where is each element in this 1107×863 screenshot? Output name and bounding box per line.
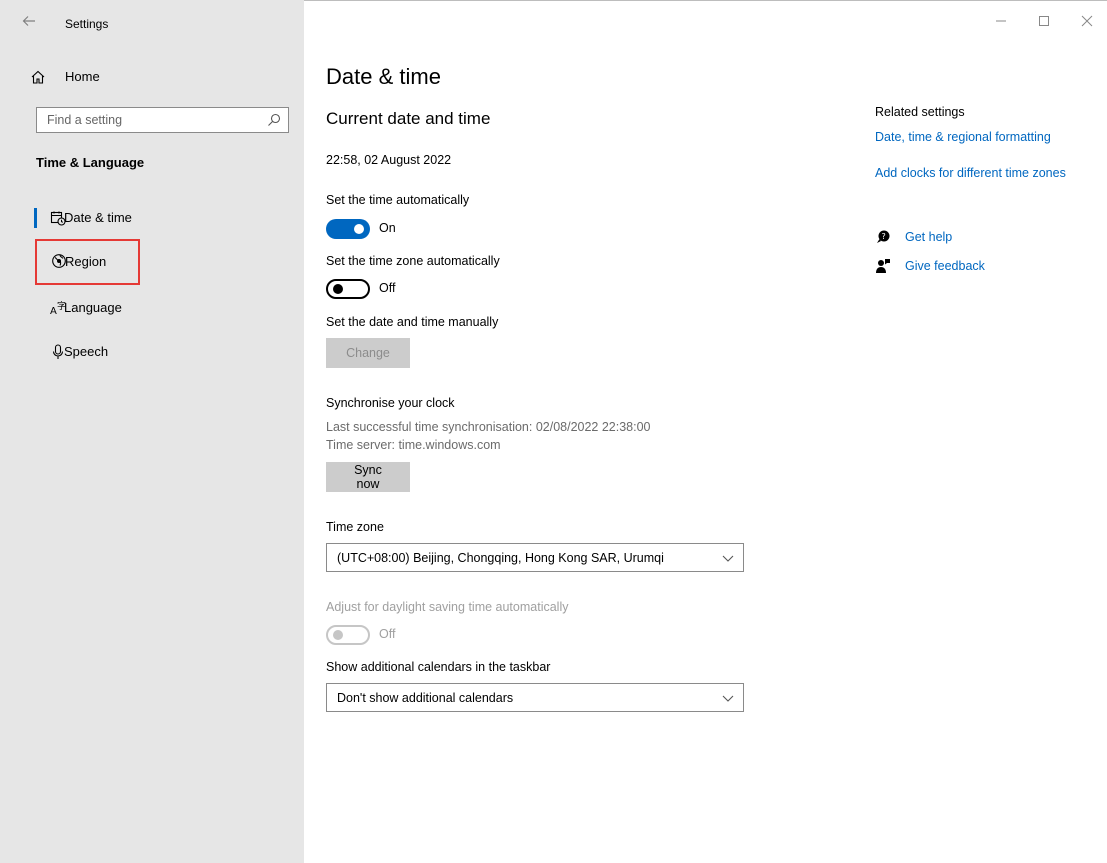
sync-title: Synchronise your clock xyxy=(326,396,455,410)
calendars-dropdown[interactable]: Don't show additional calendars xyxy=(326,683,744,712)
home-icon xyxy=(30,69,46,85)
sync-now-button[interactable]: Sync now xyxy=(326,462,410,492)
sidebar-item-speech[interactable]: Speech xyxy=(36,337,286,367)
calendars-label: Show additional calendars in the taskbar xyxy=(326,660,551,674)
section-heading: Time & Language xyxy=(36,155,145,170)
auto-time-toggle[interactable]: On xyxy=(326,218,446,240)
feedback-person-icon xyxy=(875,258,891,274)
dst-label: Adjust for daylight saving time automati… xyxy=(326,600,569,614)
related-settings-title: Related settings xyxy=(875,105,965,119)
auto-timezone-toggle[interactable]: Off xyxy=(326,278,446,300)
change-button[interactable]: Change xyxy=(326,338,410,368)
link-regional-formatting[interactable]: Date, time & regional formatting xyxy=(875,130,1051,144)
toggle-state: Off xyxy=(379,281,396,295)
auto-time-label: Set the time automatically xyxy=(326,193,470,207)
chevron-down-icon xyxy=(721,551,735,565)
section-subtitle: Current date and time xyxy=(326,109,491,128)
sidebar-item-label: Speech xyxy=(64,344,109,359)
search-field[interactable] xyxy=(36,107,289,133)
main-content: Date & time Current date and time 22:58,… xyxy=(304,0,1107,863)
back-arrow-icon[interactable] xyxy=(20,14,38,32)
toggle-switch[interactable] xyxy=(326,219,370,239)
current-datetime: 22:58, 02 August 2022 xyxy=(326,153,452,167)
timezone-dropdown[interactable]: (UTC+08:00) Beijing, Chongqing, Hong Kon… xyxy=(326,543,744,572)
sidebar-item-label: Date & time xyxy=(64,210,132,225)
sidebar-item-label: Region xyxy=(65,254,107,269)
auto-timezone-label: Set the time zone automatically xyxy=(326,254,500,268)
get-help-link[interactable]: ? Get help xyxy=(875,228,1075,246)
link-add-clocks[interactable]: Add clocks for different time zones xyxy=(875,166,1066,180)
sidebar-item-date-time[interactable]: Date & time xyxy=(34,203,286,233)
manual-datetime-label: Set the date and time manually xyxy=(326,315,499,329)
help-chat-icon: ? xyxy=(875,229,891,245)
feedback-label: Give feedback xyxy=(905,259,985,273)
help-label: Get help xyxy=(905,230,953,244)
dropdown-value: (UTC+08:00) Beijing, Chongqing, Hong Kon… xyxy=(337,551,664,565)
svg-text:A: A xyxy=(50,306,57,316)
sidebar-item-language[interactable]: A字 Language xyxy=(36,293,286,323)
search-icon[interactable] xyxy=(267,113,281,127)
sidebar-item-label: Home xyxy=(65,69,100,84)
sidebar-item-region[interactable]: Region xyxy=(35,239,140,285)
timezone-label: Time zone xyxy=(326,520,384,534)
toggle-state: On xyxy=(379,221,396,235)
app-title: Settings xyxy=(65,17,109,31)
last-sync-text: Last successful time synchronisation: 02… xyxy=(326,420,651,434)
toggle-switch[interactable] xyxy=(326,279,370,299)
title-bar: Settings xyxy=(0,0,304,44)
sidebar: Settings Home Time & Language Date & tim… xyxy=(0,0,304,863)
dropdown-value: Don't show additional calendars xyxy=(337,691,514,705)
toggle-switch xyxy=(326,625,370,645)
sidebar-item-label: Language xyxy=(64,300,122,315)
search-input[interactable] xyxy=(37,108,257,132)
toggle-state: Off xyxy=(379,627,396,641)
chevron-down-icon xyxy=(721,691,735,705)
page-title: Date & time xyxy=(326,64,441,89)
give-feedback-link[interactable]: Give feedback xyxy=(875,257,1075,275)
dst-toggle: Off xyxy=(326,624,446,646)
time-server-text: Time server: time.windows.com xyxy=(326,438,501,452)
sidebar-item-home[interactable]: Home xyxy=(0,62,304,92)
svg-text:?: ? xyxy=(882,232,886,241)
